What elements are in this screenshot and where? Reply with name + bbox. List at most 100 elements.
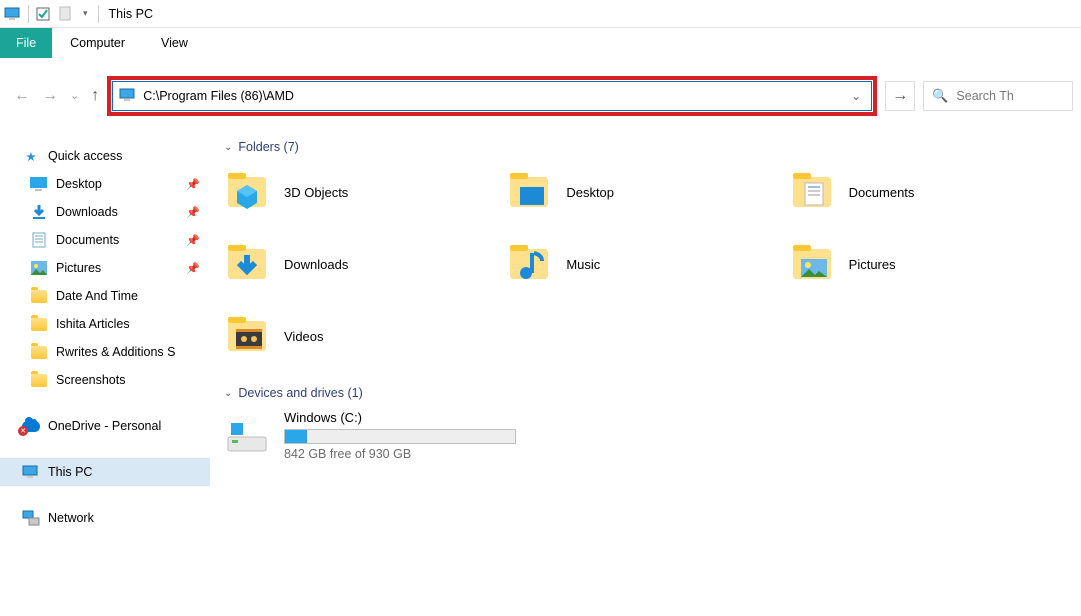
address-dropdown-icon[interactable]: ⌄ <box>847 89 865 103</box>
forward-button[interactable]: → <box>42 88 58 104</box>
content-pane: ⌄ Folders (7) 3D Objects Desktop <box>210 136 1081 616</box>
folder-icon <box>30 287 48 305</box>
drive-windows-c[interactable]: Windows (C:) 842 GB free of 930 GB <box>224 410 1071 461</box>
document-icon <box>30 231 48 249</box>
separator <box>28 5 29 23</box>
star-icon: ★ <box>22 147 40 165</box>
chevron-down-icon[interactable]: ▾ <box>83 8 88 19</box>
folder-label: Documents <box>849 185 915 200</box>
folder-label: Pictures <box>849 257 896 272</box>
sidebar-item-pictures[interactable]: Pictures 📌 <box>0 254 210 282</box>
view-tab[interactable]: View <box>143 28 206 58</box>
sidebar-label: Desktop <box>56 177 102 191</box>
sidebar-label: Ishita Articles <box>56 317 130 331</box>
quick-access-label: Quick access <box>48 149 122 163</box>
checkbox-icon[interactable] <box>35 5 53 23</box>
network-icon <box>22 509 40 527</box>
address-bar-highlight: ⌄ <box>107 76 877 116</box>
pictures-folder-icon <box>789 241 835 287</box>
folder-label: Downloads <box>284 257 348 272</box>
sidebar-item-folder[interactable]: Date And Time <box>0 282 210 310</box>
folders-group-header[interactable]: ⌄ Folders (7) <box>224 140 1071 154</box>
pc-icon <box>119 88 137 105</box>
pin-icon: 📌 <box>186 234 200 247</box>
dropdown-icon[interactable] <box>57 5 75 23</box>
3d-objects-icon <box>224 169 270 215</box>
pc-icon <box>22 463 40 481</box>
search-icon: 🔍 <box>932 88 948 104</box>
separator <box>98 5 99 23</box>
navigation-pane: ★ Quick access Desktop 📌 Downloads 📌 Doc… <box>0 136 210 616</box>
folder-videos[interactable]: Videos <box>224 308 506 364</box>
folder-label: 3D Objects <box>284 185 348 200</box>
drive-name: Windows (C:) <box>284 410 516 425</box>
drive-icon <box>224 413 270 459</box>
window-title: This PC <box>109 7 153 21</box>
onedrive-icon: ✕ <box>22 417 40 435</box>
search-box[interactable]: 🔍 Search Th <box>923 81 1073 111</box>
pin-icon: 📌 <box>186 262 200 275</box>
drive-usage-bar <box>284 429 516 444</box>
ribbon-tabs: File Computer View <box>0 28 1081 58</box>
nav-buttons: ← → ⌄ ↑ <box>14 88 99 104</box>
group-label: Devices and drives (1) <box>238 386 362 400</box>
downloads-folder-icon <box>224 241 270 287</box>
folder-icon <box>30 315 48 333</box>
drive-info: Windows (C:) 842 GB free of 930 GB <box>284 410 516 461</box>
sidebar-label: OneDrive - Personal <box>48 419 161 433</box>
app-icon <box>4 7 22 21</box>
folder-downloads[interactable]: Downloads <box>224 236 506 292</box>
sidebar-label: This PC <box>48 465 92 479</box>
group-label: Folders (7) <box>238 140 298 154</box>
folders-grid: 3D Objects Desktop Documents <box>224 164 1071 364</box>
sidebar-item-folder[interactable]: Rwrites & Additions S <box>0 338 210 366</box>
quick-access-header[interactable]: ★ Quick access <box>0 142 210 170</box>
drive-free-text: 842 GB free of 930 GB <box>284 447 516 461</box>
sidebar-item-folder[interactable]: Screenshots <box>0 366 210 394</box>
folder-desktop[interactable]: Desktop <box>506 164 788 220</box>
chevron-down-icon: ⌄ <box>224 142 232 153</box>
computer-tab[interactable]: Computer <box>52 28 143 58</box>
folder-label: Music <box>566 257 600 272</box>
folder-icon <box>30 371 48 389</box>
folder-icon <box>30 343 48 361</box>
drives-group-header[interactable]: ⌄ Devices and drives (1) <box>224 386 1071 400</box>
documents-folder-icon <box>789 169 835 215</box>
sidebar-item-onedrive[interactable]: ✕ OneDrive - Personal <box>0 412 210 440</box>
sidebar-label: Network <box>48 511 94 525</box>
address-input[interactable] <box>143 89 847 103</box>
videos-folder-icon <box>224 313 270 359</box>
picture-icon <box>30 259 48 277</box>
folder-label: Desktop <box>566 185 614 200</box>
file-tab[interactable]: File <box>0 28 52 58</box>
folder-documents[interactable]: Documents <box>789 164 1071 220</box>
sidebar-item-network[interactable]: Network <box>0 504 210 532</box>
sidebar-item-documents[interactable]: Documents 📌 <box>0 226 210 254</box>
sidebar-item-downloads[interactable]: Downloads 📌 <box>0 198 210 226</box>
desktop-folder-icon <box>506 169 552 215</box>
pin-icon: 📌 <box>186 178 200 191</box>
sidebar-label: Documents <box>56 233 119 247</box>
sidebar-label: Date And Time <box>56 289 138 303</box>
sidebar-label: Screenshots <box>56 373 125 387</box>
up-button[interactable]: ↑ <box>91 88 99 104</box>
body-split: ★ Quick access Desktop 📌 Downloads 📌 Doc… <box>0 136 1081 616</box>
go-button[interactable]: → <box>885 81 915 111</box>
pin-icon: 📌 <box>186 206 200 219</box>
desktop-icon <box>30 175 48 193</box>
window-titlebar: ▾ This PC <box>0 0 1081 28</box>
download-icon <box>30 203 48 221</box>
music-folder-icon <box>506 241 552 287</box>
sidebar-item-desktop[interactable]: Desktop 📌 <box>0 170 210 198</box>
folder-3d-objects[interactable]: 3D Objects <box>224 164 506 220</box>
nav-address-row: ← → ⌄ ↑ ⌄ → 🔍 Search Th <box>0 76 1081 116</box>
folder-pictures[interactable]: Pictures <box>789 236 1071 292</box>
search-placeholder: Search Th <box>956 89 1013 103</box>
chevron-down-icon: ⌄ <box>224 388 232 399</box>
back-button[interactable]: ← <box>14 88 30 104</box>
address-bar[interactable]: ⌄ <box>112 81 872 111</box>
sidebar-item-this-pc[interactable]: This PC <box>0 458 210 486</box>
history-dropdown-button[interactable]: ⌄ <box>70 91 79 102</box>
folder-music[interactable]: Music <box>506 236 788 292</box>
sidebar-item-folder[interactable]: Ishita Articles <box>0 310 210 338</box>
